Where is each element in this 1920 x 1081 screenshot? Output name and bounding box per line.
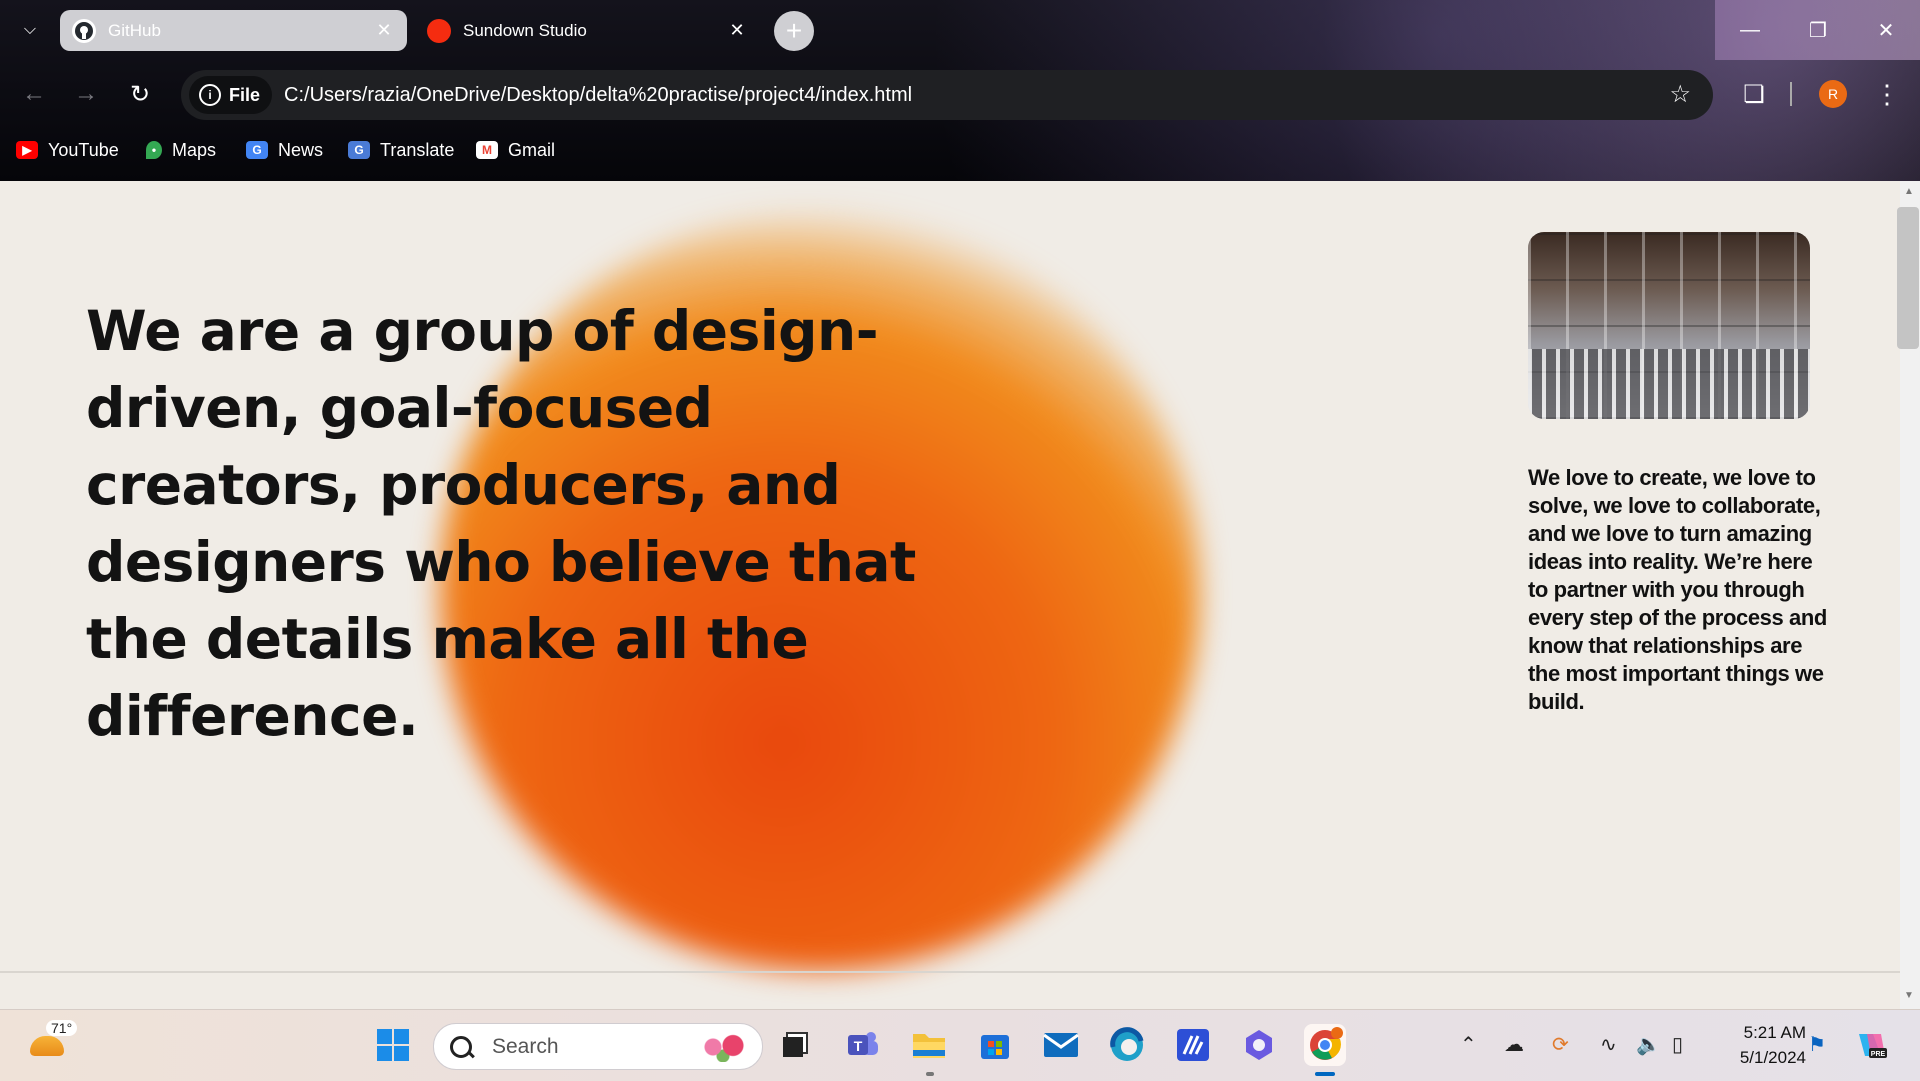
translate-icon: G bbox=[348, 141, 370, 159]
maps-icon: • bbox=[146, 141, 162, 159]
extensions-button[interactable]: ❏ bbox=[1734, 74, 1774, 114]
tab-sundown-studio[interactable]: Sundown Studio ✕ bbox=[415, 10, 760, 51]
reload-icon: ↻ bbox=[129, 80, 151, 108]
clock-time: 5:21 AM bbox=[1743, 1023, 1806, 1042]
plus-icon: + bbox=[785, 15, 803, 46]
weather-widget[interactable]: 71° bbox=[28, 1020, 78, 1064]
scrollbar-thumb[interactable] bbox=[1897, 207, 1919, 349]
tab-github[interactable]: GitHub ✕ bbox=[60, 10, 407, 51]
teams-icon[interactable]: T bbox=[842, 1024, 884, 1066]
arrow-left-icon: ← bbox=[22, 80, 46, 107]
flowers-icon bbox=[698, 1032, 748, 1062]
close-window-button[interactable]: ✕ bbox=[1852, 0, 1920, 60]
puzzle-icon: ❏ bbox=[1743, 80, 1765, 108]
close-icon: ✕ bbox=[1877, 19, 1895, 42]
news-icon: G bbox=[246, 141, 268, 159]
volume-icon[interactable]: 🔈 bbox=[1636, 1032, 1661, 1057]
arrow-right-icon: → bbox=[74, 80, 98, 107]
vs-code-like-icon[interactable] bbox=[1172, 1024, 1214, 1066]
youtube-icon: ▶ bbox=[16, 141, 38, 159]
restore-button[interactable]: ❐ bbox=[1784, 0, 1852, 60]
restore-icon: ❐ bbox=[1809, 19, 1827, 42]
bookmark-translate[interactable]: G Translate bbox=[348, 130, 454, 170]
onedrive-icon[interactable]: ☁ bbox=[1504, 1032, 1524, 1057]
forward-button[interactable]: → bbox=[64, 72, 108, 116]
tab-title: GitHub bbox=[108, 20, 161, 40]
tab-title: Sundown Studio bbox=[463, 20, 587, 40]
browser-chrome: ⌵ GitHub ✕ Sundown Studio ✕ + — ❐ ✕ ← → … bbox=[0, 0, 1920, 181]
toolbar: ← → ↻ i File C:/Users/razia/OneDrive/Des… bbox=[0, 66, 1920, 122]
wifi-icon[interactable]: ∿ bbox=[1600, 1032, 1617, 1057]
gmail-icon: M bbox=[476, 141, 498, 159]
kebab-menu-icon: ⋮ bbox=[1874, 78, 1900, 109]
bookmark-star-icon[interactable]: ☆ bbox=[1669, 80, 1691, 109]
bookmark-label: Translate bbox=[380, 139, 455, 160]
scroll-up-icon[interactable]: ▲ bbox=[1904, 186, 1914, 197]
sync-icon[interactable]: ⟳ bbox=[1552, 1032, 1569, 1057]
microsoft-store-icon[interactable] bbox=[974, 1024, 1016, 1066]
studio-photo bbox=[1528, 232, 1810, 419]
minimize-icon: — bbox=[1740, 18, 1760, 41]
site-info-chip[interactable]: i File bbox=[189, 76, 273, 114]
windows-start-icon[interactable] bbox=[372, 1024, 414, 1066]
chevron-down-icon: ⌵ bbox=[23, 21, 37, 38]
task-view-icon[interactable] bbox=[774, 1024, 816, 1066]
bookmark-maps[interactable]: • Maps bbox=[146, 130, 216, 170]
browser-menu-button[interactable]: ⋮ bbox=[1872, 74, 1902, 114]
bookmark-label: Maps bbox=[172, 139, 217, 160]
info-icon: i bbox=[199, 84, 221, 106]
tab-strip: ⌵ GitHub ✕ Sundown Studio ✕ + — ❐ ✕ bbox=[0, 0, 1920, 62]
battery-icon[interactable]: ▯ bbox=[1672, 1032, 1683, 1057]
clock-date: 5/1/2024 bbox=[1739, 1048, 1806, 1067]
red-dot-icon bbox=[427, 18, 451, 43]
edge-icon[interactable] bbox=[1106, 1024, 1148, 1066]
mail-icon[interactable] bbox=[1040, 1024, 1082, 1066]
taskbar-search[interactable]: Search bbox=[433, 1023, 763, 1070]
new-tab-button[interactable]: + bbox=[774, 11, 814, 51]
url-text[interactable]: C:/Users/razia/OneDrive/Desktop/delta%20… bbox=[284, 84, 912, 107]
site-chip-label: File bbox=[229, 84, 261, 105]
bookmark-news[interactable]: G News bbox=[246, 130, 323, 170]
windows-taskbar: 71° Search T ⌃ ☁ ⟳ ∿ 🔈 ▯ 5:21 AM 5/1/202… bbox=[0, 1009, 1920, 1081]
profile-avatar[interactable]: R bbox=[1819, 80, 1847, 108]
minimize-button[interactable]: — bbox=[1716, 0, 1784, 60]
address-bar[interactable]: i File C:/Users/razia/OneDrive/Desktop/d… bbox=[181, 70, 1713, 120]
section-divider bbox=[0, 971, 1900, 973]
notification-bell-icon[interactable]: ⚑ bbox=[1808, 1032, 1826, 1057]
search-placeholder: Search bbox=[492, 1034, 559, 1058]
reload-button[interactable]: ↻ bbox=[118, 72, 162, 116]
chrome-icon[interactable] bbox=[1304, 1024, 1346, 1066]
copilot-icon[interactable]: PRE bbox=[1850, 1024, 1892, 1066]
photo-rail-texture bbox=[1528, 349, 1810, 419]
hero-headline: We are a group of design-driven, goal-fo… bbox=[86, 299, 916, 748]
search-icon bbox=[450, 1035, 472, 1058]
close-icon[interactable]: ✕ bbox=[724, 18, 750, 44]
bookmark-gmail[interactable]: M Gmail bbox=[476, 130, 555, 170]
active-app-indicator bbox=[1315, 1072, 1335, 1076]
svg-text:T: T bbox=[854, 1038, 863, 1054]
weather-icon bbox=[30, 1036, 64, 1056]
tab-search-button[interactable]: ⌵ bbox=[14, 14, 46, 46]
bookmarks-bar: ▶ YouTube • Maps G News G Translate M Gm… bbox=[0, 130, 1920, 170]
bookmark-label: News bbox=[278, 139, 324, 160]
copilot-app-icon[interactable] bbox=[1238, 1024, 1280, 1066]
bookmark-youtube[interactable]: ▶ YouTube bbox=[16, 130, 119, 170]
back-button[interactable]: ← bbox=[12, 72, 56, 116]
github-icon bbox=[72, 18, 96, 43]
weather-temperature: 71° bbox=[46, 1020, 78, 1036]
about-paragraph: We love to create, we love to solve, we … bbox=[1528, 465, 1827, 714]
file-explorer-icon[interactable] bbox=[908, 1024, 950, 1066]
svg-text:PRE: PRE bbox=[1871, 1051, 1886, 1058]
system-clock[interactable]: 5:21 AM 5/1/2024 bbox=[1716, 1020, 1806, 1070]
running-app-indicator bbox=[926, 1072, 934, 1076]
toolbar-separator bbox=[1790, 82, 1792, 106]
chevron-up-icon[interactable]: ⌃ bbox=[1460, 1032, 1477, 1057]
scroll-down-icon[interactable]: ▼ bbox=[1904, 990, 1914, 1001]
web-page: We are a group of design-driven, goal-fo… bbox=[0, 181, 1900, 1009]
bookmark-label: YouTube bbox=[48, 139, 119, 160]
close-icon[interactable]: ✕ bbox=[371, 18, 397, 44]
bookmark-label: Gmail bbox=[508, 139, 556, 160]
